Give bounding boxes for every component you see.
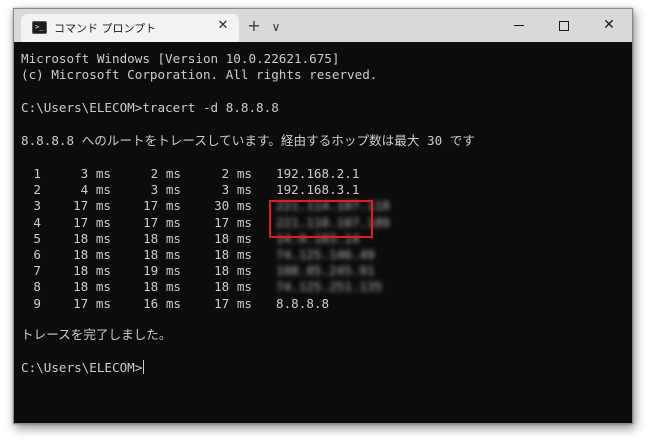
hop-ip-blurred: 74.125.251.135: [276, 279, 383, 295]
hop-row: 7 18 ms 19 ms 18 ms 108.85.245.91: [21, 263, 621, 279]
hop-row: 6 18 ms 18 ms 18 ms 74.125.146.49: [21, 247, 621, 263]
hop-ip: 192.168.3.1: [276, 182, 360, 198]
hop-number: 8: [33, 279, 41, 295]
banner-version: Microsoft Windows [Version 10.0.22621.67…: [21, 51, 340, 66]
hop-row: 9 17 ms 16 ms 17 ms 8.8.8.8: [21, 296, 621, 312]
prompt-text: C:\Users\ELECOM>: [21, 360, 143, 375]
hop-latency: 17 ms: [143, 214, 181, 230]
new-tab-button[interactable]: +: [244, 17, 264, 37]
hop-latency: 17 ms: [214, 214, 252, 230]
maximize-icon: [559, 20, 569, 31]
title-bar[interactable]: >_ コマンド プロンプト ✕ + ∨ ✕: [14, 9, 632, 42]
hop-ip-blurred: 74.125.146.49: [276, 247, 375, 262]
hop-row: 2 4 ms 3 ms 3 ms 192.168.3.1: [21, 182, 621, 198]
hop-latency: 18 ms: [214, 230, 252, 246]
hop-latency: 17 ms: [143, 198, 181, 214]
hop-row: 8 18 ms 18 ms 18 ms 74.125.251.135: [21, 279, 621, 295]
route-header: 8.8.8.8 へのルートをトレースしています。経由するホップ数は最大 30 で…: [21, 133, 475, 148]
tab-command-prompt[interactable]: >_ コマンド プロンプト ✕: [21, 14, 239, 42]
prompt-line[interactable]: C:\Users\ELECOM>: [21, 360, 145, 376]
trace-complete-line: トレースを完了しました。: [21, 327, 172, 342]
hop-latency: 18 ms: [143, 230, 181, 246]
hop-latency: 3 ms: [150, 182, 181, 198]
hop-ip: 8.8.8.8: [276, 295, 330, 311]
hop-ip-blurred: 108.85.245.91: [276, 263, 375, 279]
command-prompt-icon: >_: [32, 21, 47, 34]
chevron-down-icon[interactable]: ∨: [267, 17, 285, 37]
maximize-button[interactable]: [541, 9, 587, 42]
hop-latency: 17 ms: [214, 295, 252, 311]
hop-latency: 4 ms: [80, 182, 111, 198]
minimize-icon: [514, 25, 524, 26]
hop-latency: 3 ms: [80, 166, 111, 181]
hop-latency: 17 ms: [73, 214, 111, 230]
hop-latency: 3 ms: [221, 182, 252, 198]
hop-latency: 18 ms: [143, 279, 181, 295]
hop-latency: 2 ms: [150, 166, 181, 181]
hop-number: 3: [33, 198, 41, 214]
console-output[interactable]: Microsoft Windows [Version 10.0.22621.67…: [21, 45, 627, 421]
hop-latency: 19 ms: [143, 263, 181, 279]
hop-latency: 18 ms: [73, 279, 111, 295]
hop-latency: 17 ms: [73, 198, 111, 214]
minimize-button[interactable]: [496, 9, 542, 42]
hop-latency: 18 ms: [73, 230, 111, 246]
highlight-box: [269, 200, 373, 238]
hop-number: 6: [33, 247, 41, 262]
hop-latency: 16 ms: [143, 295, 181, 311]
hop-number: 4: [33, 214, 41, 230]
close-button[interactable]: ✕: [586, 9, 632, 42]
hop-latency: 18 ms: [214, 247, 252, 262]
hop-latency: 2 ms: [221, 166, 252, 181]
tab-close-icon[interactable]: ✕: [215, 18, 231, 34]
hop-latency: 17 ms: [73, 295, 111, 311]
hop-latency: 18 ms: [214, 263, 252, 279]
hop-latency: 30 ms: [214, 198, 252, 214]
hop-number: 2: [33, 182, 41, 198]
hop-number: 7: [33, 263, 41, 279]
hop-latency: 18 ms: [143, 247, 181, 262]
banner-copyright: (c) Microsoft Corporation. All rights re…: [21, 67, 378, 82]
hop-ip: 192.168.2.1: [276, 166, 360, 181]
command-line: C:\Users\ELECOM>tracert -d 8.8.8.8: [21, 100, 279, 115]
hop-number: 5: [33, 230, 41, 246]
hop-row: 1 3 ms 2 ms 2 ms 192.168.2.1: [21, 166, 621, 182]
hop-latency: 18 ms: [73, 247, 111, 262]
hop-number: 1: [33, 166, 41, 181]
hop-number: 9: [33, 295, 41, 311]
text-cursor: [143, 360, 145, 374]
hop-latency: 18 ms: [73, 263, 111, 279]
terminal-window: >_ コマンド プロンプト ✕ + ∨ ✕ Microsoft Windows …: [13, 8, 633, 424]
hop-latency: 18 ms: [214, 279, 252, 295]
tab-title: コマンド プロンプト: [54, 22, 157, 35]
